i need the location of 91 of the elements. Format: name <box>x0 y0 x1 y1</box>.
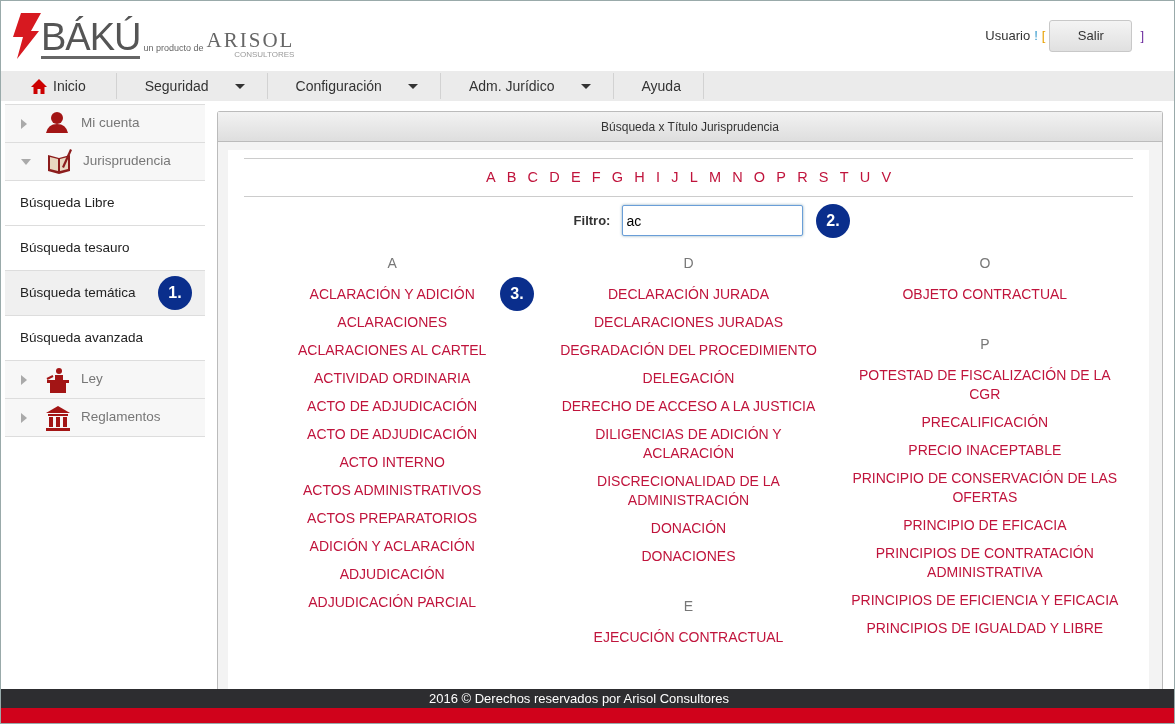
topic-link[interactable]: ACTO DE ADJUDICACIÓN <box>307 425 478 444</box>
book-pen-icon <box>47 148 73 175</box>
topic-link[interactable]: DELEGACIÓN <box>642 369 735 388</box>
home-icon <box>31 78 47 94</box>
letter-link[interactable]: A <box>480 166 502 189</box>
sidebar-link[interactable]: Búsqueda Libre <box>5 181 205 226</box>
letter-link[interactable]: M <box>703 166 727 189</box>
letter-link[interactable]: C <box>522 166 544 189</box>
letter-link[interactable]: L <box>684 166 704 189</box>
letter-link[interactable]: I <box>650 166 666 189</box>
letter-link[interactable]: U <box>854 166 876 189</box>
sidebar-section[interactable]: Mi cuenta <box>5 104 205 143</box>
letter-link[interactable]: H <box>628 166 651 189</box>
filter-input[interactable]: ac <box>622 205 804 236</box>
group-letter: A <box>386 254 398 273</box>
sidebar-section[interactable]: Jurisprudencia <box>5 142 205 181</box>
step-badge: 1. <box>158 276 192 310</box>
topic-link[interactable]: DONACIONES <box>641 547 736 566</box>
lightning-bolt-icon <box>11 13 41 59</box>
letter-link[interactable]: E <box>565 166 587 189</box>
letter-link[interactable]: F <box>586 166 607 189</box>
letter-link[interactable]: V <box>875 166 897 189</box>
topic-link[interactable]: PRINCIPIO DE CONSERVACIÓN DE LAS OFERTAS <box>849 469 1120 507</box>
topic-link[interactable]: DEGRADACIÓN DEL PROCEDIMIENTO <box>560 341 817 360</box>
columned-building-icon <box>45 404 71 431</box>
topic-link[interactable]: PRINCIPIOS DE EFICIENCIA Y EFICACIA <box>851 591 1119 610</box>
exclamation-mark: ! <box>1034 27 1038 46</box>
topic-link[interactable]: ADJUDICACIÓN <box>339 565 445 584</box>
topic-link[interactable]: POTESTAD DE FISCALIZACIÓN DE LA CGR <box>849 366 1120 404</box>
footer-bar: 2016 © Derechos reservados por Arisol Consultores <box>1 689 1174 708</box>
sidebar-section[interactable]: Reglamentos <box>5 398 205 437</box>
nav-menu-item[interactable]: Seguridad <box>116 73 268 99</box>
topic-link[interactable]: PRINCIPIO DE EFICACIA <box>903 516 1067 535</box>
topic-link[interactable]: EJECUCIÓN CONTRACTUAL <box>593 628 784 647</box>
topic-link[interactable]: PRECIO INACEPTABLE <box>908 441 1062 460</box>
letter-link[interactable]: R <box>791 166 814 189</box>
topic-link[interactable]: DISCRECIONALIDAD DE LA ADMINISTRACIÓN <box>553 472 824 510</box>
group-letter: O <box>978 254 992 273</box>
topic-link[interactable]: ACLARACIONES <box>337 313 447 332</box>
company-logo: ARISOL <box>206 30 295 51</box>
nav-menu-item[interactable]: Configuración <box>267 73 441 99</box>
topic-link[interactable]: OBJETO CONTRACTUAL <box>902 285 1068 304</box>
topic-link[interactable]: DECLARACIÓN JURADA <box>607 285 769 304</box>
group-letter: D <box>682 254 695 273</box>
topic-link[interactable]: ACTO INTERNO <box>339 453 445 472</box>
step-badge: 2. <box>816 204 850 238</box>
caret-icon <box>407 83 418 89</box>
caret-icon <box>234 83 245 89</box>
group-letter: P <box>979 335 991 354</box>
topic-link[interactable]: DILIGENCIAS DE ADICIÓN Y ACLARACIÓN <box>553 425 824 463</box>
topic-link[interactable]: ACLARACIÓN Y ADICIÓN <box>309 285 475 304</box>
topic-link[interactable]: PRINCIPIOS DE IGUALDAD Y LIBRE <box>866 619 1104 638</box>
topic-link[interactable]: ACTOS ADMINISTRATIVOS <box>302 481 482 500</box>
logout-button[interactable]: Salir <box>1049 20 1133 52</box>
nav-menu-item[interactable]: Ayuda <box>613 73 704 99</box>
step-badge: 3. <box>500 277 534 311</box>
nav-menu-item[interactable]: Inicio <box>1 73 117 99</box>
letter-link[interactable]: T <box>834 166 855 189</box>
company-subtitle: CONSULTORES <box>233 51 295 59</box>
filter-label: Filtro: <box>573 211 611 230</box>
letter-link[interactable]: J <box>665 166 685 189</box>
bracket: [ <box>1041 27 1046 46</box>
topic-link[interactable]: DECLARACIONES JURADAS <box>593 313 783 332</box>
group-letter: E <box>682 597 695 616</box>
letter-link[interactable]: G <box>606 166 629 189</box>
topic-link[interactable]: ACTO DE ADJUDICACIÓN <box>307 397 478 416</box>
topic-link[interactable]: PRECALIFICACIÓN <box>921 413 1049 432</box>
letter-link[interactable]: B <box>501 166 522 189</box>
letter-link[interactable]: S <box>813 166 835 189</box>
topic-link[interactable]: DERECHO DE ACCESO A LA JUSTICIA <box>561 397 816 416</box>
logo-tagline: un producto de <box>143 41 204 55</box>
sidebar-section[interactable]: Ley <box>5 360 205 399</box>
topic-link[interactable]: ACLARACIONES AL CARTEL <box>298 341 487 360</box>
topic-link[interactable]: PRINCIPIOS DE CONTRATACIÓN ADMINISTRATIVA <box>849 544 1120 582</box>
speaker-podium-icon <box>45 366 71 393</box>
topic-link[interactable]: DONACIÓN <box>650 519 727 538</box>
letter-link[interactable]: O <box>748 166 771 189</box>
caret-icon <box>580 83 591 89</box>
topic-link[interactable]: ADICIÓN Y ACLARACIÓN <box>309 537 475 556</box>
letter-link[interactable]: N <box>726 166 749 189</box>
sidebar-link[interactable]: Búsqueda temática 1. <box>5 271 205 316</box>
bracket: ] <box>1140 27 1144 46</box>
nav-menu-item[interactable]: Adm. Jurídico <box>440 73 614 99</box>
user-name: Usuario <box>985 27 1031 46</box>
letter-link[interactable]: P <box>770 166 792 189</box>
panel-title: Búsqueda x Título Jurisprudencia <box>218 112 1162 142</box>
topic-link[interactable]: ACTIVIDAD ORDINARIA <box>314 369 471 388</box>
topic-link[interactable]: ACTOS PREPARATORIOS <box>307 509 478 528</box>
letter-link[interactable]: D <box>543 166 566 189</box>
logo-brand: BÁKÚ <box>41 18 141 59</box>
topic-link[interactable]: ADJUDICACIÓN PARCIAL <box>308 593 477 612</box>
